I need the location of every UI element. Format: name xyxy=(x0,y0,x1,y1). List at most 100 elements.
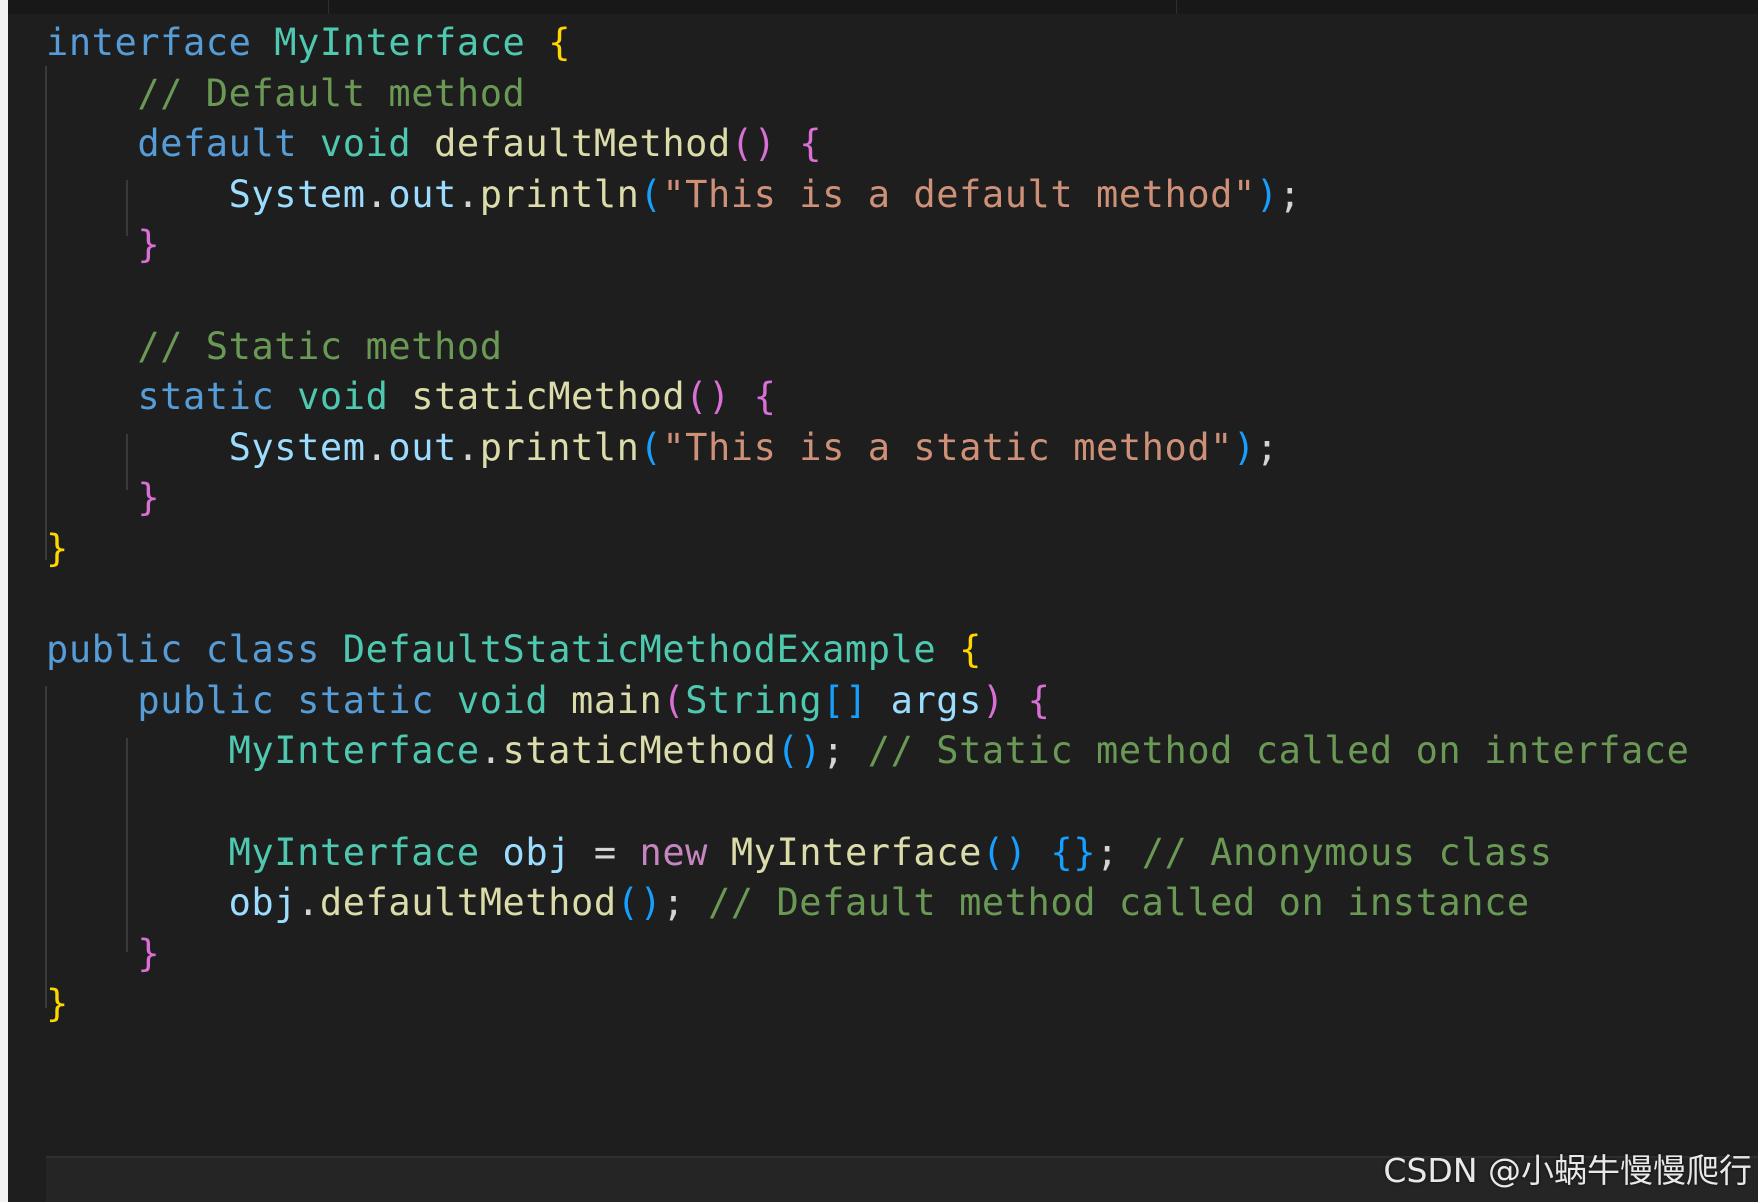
code-token: ; xyxy=(662,881,708,925)
code-token: defaultMethod xyxy=(319,881,617,925)
code-token: defaultMethod xyxy=(434,122,731,166)
code-token: () xyxy=(685,375,731,419)
code-line[interactable]: MyInterface.staticMethod(); // Static me… xyxy=(46,722,1690,779)
code-line[interactable]: } xyxy=(46,975,69,1032)
code-line[interactable]: static void staticMethod() { xyxy=(46,368,776,425)
code-token: args xyxy=(890,678,982,722)
code-token: staticMethod xyxy=(502,729,777,773)
code-token: () xyxy=(981,830,1028,874)
code-token: . xyxy=(365,425,389,469)
code-line[interactable]: MyInterface obj = new MyInterface() {}; … xyxy=(46,824,1553,881)
code-token: out xyxy=(388,425,457,469)
code-token: . xyxy=(297,881,320,925)
code-token: ; xyxy=(1255,425,1279,469)
code-token: ( xyxy=(639,172,663,216)
code-token: obj xyxy=(228,881,298,925)
code-token: () xyxy=(730,122,777,166)
code-token: "This is a default method" xyxy=(662,172,1256,216)
code-token: MyInterface xyxy=(228,729,480,773)
code-token: } xyxy=(46,527,69,570)
code-line[interactable]: } xyxy=(46,469,160,526)
code-token: // Static method called on interface xyxy=(867,729,1690,773)
code-token: System xyxy=(228,425,366,469)
code-token: { xyxy=(799,122,823,166)
watermark: CSDN @小蜗牛慢慢爬行 xyxy=(1383,1151,1752,1190)
code-token: MyInterface xyxy=(730,830,982,874)
code-editor[interactable]: interface MyInterface { // Default metho… xyxy=(8,14,1758,1202)
tab-divider xyxy=(328,0,329,14)
code-line[interactable]: } xyxy=(46,216,160,273)
code-token: out xyxy=(388,172,457,216)
code-line[interactable]: System.out.println("This is a static met… xyxy=(46,419,1279,476)
code-token: static xyxy=(297,678,435,722)
code-token: // Default method xyxy=(137,71,526,115)
code-token: { xyxy=(548,21,572,64)
code-line[interactable]: // Static method xyxy=(46,318,503,375)
code-token: } xyxy=(137,931,161,975)
code-token: // Static method xyxy=(137,324,503,368)
code-token: System xyxy=(228,172,366,216)
code-token: = xyxy=(571,830,640,874)
code-token: interface xyxy=(46,21,252,64)
code-token: ( xyxy=(662,678,686,722)
code-token: // Default method called on instance xyxy=(707,881,1530,925)
code-token: main xyxy=(571,678,663,722)
editor-screenshot: interface MyInterface { // Default metho… xyxy=(0,0,1758,1202)
code-token: String xyxy=(685,678,823,722)
code-token: // Anonymous class xyxy=(1141,830,1553,874)
code-token: { xyxy=(753,375,777,419)
code-token: { xyxy=(959,628,982,672)
code-token: public xyxy=(46,628,183,672)
code-line[interactable]: } xyxy=(46,520,69,577)
code-token: ( xyxy=(639,425,663,469)
code-token: {} xyxy=(1050,830,1097,874)
code-line[interactable]: obj.defaultMethod(); // Default method c… xyxy=(46,874,1530,931)
code-line[interactable]: // Default method xyxy=(46,65,525,122)
code-token: new xyxy=(639,830,708,874)
code-line[interactable]: default void defaultMethod() { xyxy=(46,115,822,172)
code-token: void xyxy=(456,678,549,722)
code-token: obj xyxy=(502,830,572,874)
code-line[interactable]: public static void main(String[] args) { xyxy=(46,672,1050,729)
code-token: ; xyxy=(1278,172,1302,216)
code-token: } xyxy=(137,476,161,520)
code-line[interactable]: interface MyInterface { xyxy=(46,14,571,71)
code-token: static xyxy=(137,375,275,419)
code-token: { xyxy=(1027,678,1051,722)
code-token: . xyxy=(365,172,389,216)
code-token: MyInterface xyxy=(228,830,480,874)
code-line[interactable]: } xyxy=(46,925,160,982)
tab-divider xyxy=(1176,0,1177,14)
code-line[interactable]: System.out.println("This is a default me… xyxy=(46,166,1301,223)
code-token: ; xyxy=(822,729,868,773)
code-line[interactable]: public class DefaultStaticMethodExample … xyxy=(46,621,982,678)
code-token: staticMethod xyxy=(411,375,686,419)
code-token: class xyxy=(205,628,320,672)
code-token: ) xyxy=(1232,425,1256,469)
code-token: void xyxy=(319,122,412,166)
